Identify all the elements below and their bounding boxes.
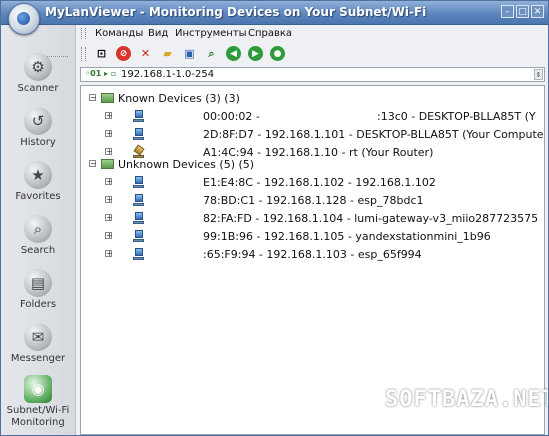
menu-tools[interactable]: Инструменты — [175, 28, 247, 39]
device-row[interactable]: + 99:1B:96 - 192.168.1.105 - yandexstati… — [81, 228, 544, 246]
expand-toggle[interactable]: + — [105, 112, 113, 120]
sidebar-item-label: Folders — [19, 299, 57, 310]
sidebar-item-subnet-monitoring[interactable]: ◉ Subnet/Wi-Fi Monitoring — [1, 375, 75, 429]
find-icon[interactable]: ⌕ — [204, 46, 219, 61]
sidebar-item-label: Search — [20, 245, 56, 256]
group-unknown-devices[interactable]: − Unknown Devices (5) (5) — [81, 156, 544, 174]
expand-toggle[interactable]: + — [105, 148, 113, 156]
subnet-address-bar[interactable]: ◦01 ▸ ▫ 192.168.1-1.0-254 ⇕ — [80, 67, 545, 82]
sidebar-item-label: Messenger — [10, 353, 66, 364]
folder-icon — [101, 159, 114, 169]
app-window: MyLanViewer - Monitoring Devices on Your… — [0, 0, 549, 436]
expand-toggle[interactable]: + — [105, 178, 113, 186]
stop-icon[interactable]: ⊘ — [116, 46, 131, 61]
forward-icon[interactable]: ▶ — [248, 46, 263, 61]
expand-toggle[interactable]: + — [105, 196, 113, 204]
menu-view[interactable]: Вид — [148, 28, 168, 39]
sidebar-item-messenger[interactable]: ✉ Messenger — [1, 323, 75, 365]
computer-icon — [133, 248, 144, 261]
sidebar-item-label: Subnet/Wi-Fi — [6, 405, 70, 416]
history-icon: ↺ — [24, 107, 52, 135]
delete-icon[interactable]: ✕ — [138, 46, 153, 61]
minimize-button[interactable]: – — [501, 5, 514, 18]
app-logo-icon[interactable] — [8, 3, 40, 35]
sidebar: ⚙ Scanner ↺ History ★ Favorites ⌕ Search… — [1, 25, 76, 435]
folder-icon — [101, 93, 114, 103]
device-row[interactable]: + :65:F9:94 - 192.168.1.103 - esp_65f994 — [81, 246, 544, 264]
computer-icon — [133, 194, 144, 207]
search-icon: ⌕ — [24, 215, 52, 243]
collapse-toggle[interactable]: − — [89, 160, 97, 168]
back-icon[interactable]: ◀ — [226, 46, 241, 61]
close-button[interactable]: ✕ — [531, 5, 544, 18]
group-label: Unknown Devices (5) (5) — [118, 158, 255, 171]
sidebar-item-label: Scanner — [17, 83, 59, 94]
device-label: 2D:8F:D7 - 192.168.1.101 - DESKTOP-BLLA8… — [203, 128, 544, 141]
device-label: 00:00:02 - — [203, 110, 260, 123]
menu-commands[interactable]: Команды — [95, 28, 143, 39]
menu-help[interactable]: Справка — [248, 28, 292, 39]
computer-icon — [133, 176, 144, 189]
computer-icon — [133, 230, 144, 243]
device-row[interactable]: + 78:BD:C1 - 192.168.1.128 - esp_78bdc1 — [81, 192, 544, 210]
sidebar-item-scanner[interactable]: ⚙ Scanner — [1, 53, 75, 95]
watermark-text: SOFTBAZA.NET — [385, 387, 549, 412]
device-label: E1:E4:8C - 192.168.1.102 - 192.168.1.102 — [203, 176, 436, 189]
sidebar-item-label-line2: Monitoring — [11, 417, 65, 428]
sidebar-item-search[interactable]: ⌕ Search — [1, 215, 75, 257]
menu-bar: Команды Вид Инструменты Справка — [76, 25, 548, 42]
subnet-range-prefix: ◦01 ▸ ▫ — [85, 69, 117, 78]
address-scroll-button[interactable]: ⇕ — [534, 69, 543, 80]
new-scan-icon[interactable]: ⊡ — [94, 46, 109, 61]
device-row[interactable]: + 2D:8F:D7 - 192.168.1.101 - DESKTOP-BLL… — [81, 126, 544, 144]
computer-icon — [133, 212, 144, 225]
window-title: MyLanViewer - Monitoring Devices on Your… — [45, 5, 427, 19]
group-known-devices[interactable]: − Known Devices (3) (3) — [81, 90, 544, 108]
toolbar-grip[interactable] — [81, 47, 86, 61]
sidebar-item-history[interactable]: ↺ History — [1, 107, 75, 149]
computer-icon — [133, 128, 144, 141]
device-label-tail: :13c0 - DESKTOP-BLLA85T (Y — [377, 110, 536, 123]
save-icon[interactable]: ▣ — [182, 46, 197, 61]
sidebar-item-favorites[interactable]: ★ Favorites — [1, 161, 75, 203]
device-tree[interactable]: − Known Devices (3) (3) + 00:00:02 - :13… — [80, 85, 545, 435]
sidebar-item-folders[interactable]: ▤ Folders — [1, 269, 75, 311]
device-row[interactable]: + 00:00:02 - :13c0 - DESKTOP-BLLA85T (Y — [81, 108, 544, 126]
toolbar: ⊡ ⊘ ✕ ▰ ▣ ⌕ ◀ ▶ ● — [76, 43, 548, 65]
messenger-icon: ✉ — [24, 323, 52, 351]
subnet-monitoring-icon: ◉ — [24, 375, 52, 403]
computer-icon — [133, 110, 144, 123]
expand-toggle[interactable]: + — [105, 250, 113, 258]
device-label: 78:BD:C1 - 192.168.1.128 - esp_78bdc1 — [203, 194, 424, 207]
scanner-icon: ⚙ — [24, 53, 52, 81]
device-label: :65:F9:94 - 192.168.1.103 - esp_65f994 — [203, 248, 422, 261]
expand-toggle[interactable]: + — [105, 214, 113, 222]
subnet-range-text: 192.168.1-1.0-254 — [121, 69, 215, 80]
refresh-icon[interactable]: ● — [270, 46, 285, 61]
title-bar[interactable]: MyLanViewer - Monitoring Devices on Your… — [1, 1, 548, 25]
expand-toggle[interactable]: + — [105, 130, 113, 138]
expand-toggle[interactable]: + — [105, 232, 113, 240]
sidebar-item-label: Favorites — [15, 191, 61, 202]
favorites-icon: ★ — [24, 161, 52, 189]
maximize-button[interactable]: □ — [516, 5, 529, 18]
device-label: 99:1B:96 - 192.168.1.105 - yandexstation… — [203, 230, 491, 243]
device-label: 82:FA:FD - 192.168.1.104 - lumi-gateway-… — [203, 212, 539, 225]
sidebar-item-label: History — [20, 137, 56, 148]
collapse-toggle[interactable]: − — [89, 94, 97, 102]
open-folder-icon[interactable]: ▰ — [160, 46, 175, 61]
device-row[interactable]: + 82:FA:FD - 192.168.1.104 - lumi-gatewa… — [81, 210, 544, 228]
folders-icon: ▤ — [24, 269, 52, 297]
device-row[interactable]: + E1:E4:8C - 192.168.1.102 - 192.168.1.1… — [81, 174, 544, 192]
menu-grip[interactable] — [81, 28, 86, 39]
group-label: Known Devices (3) (3) — [118, 92, 240, 105]
